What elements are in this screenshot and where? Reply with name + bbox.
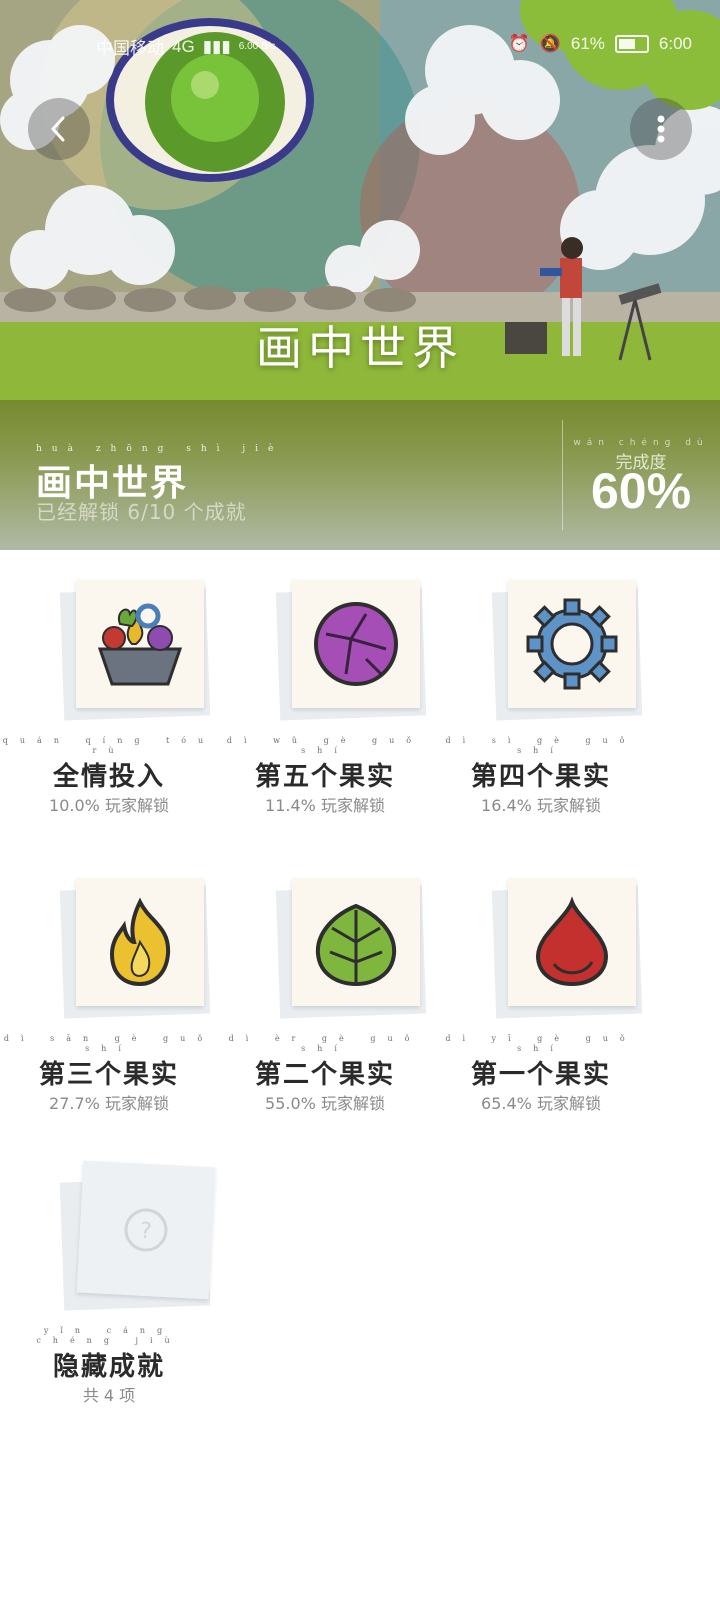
speed-label: 6.00 B/s [238,41,276,52]
achievement-pinyin: dì sān gè guǒ shí [3,1034,215,1053]
achievement-image: ? [59,1160,216,1311]
completion-percent: 60% [590,463,692,519]
achievement-title: dì èr gè guǒ shí 第二个果实 [216,1034,434,1091]
battery-percent: 61% [570,34,605,53]
achievement-pinyin: dì sì gè guǒ shí [445,736,637,755]
back-button[interactable] [28,98,90,160]
achievement-title: quán qíng tóu rù 全情投入 [0,736,218,793]
achievement-card[interactable]: dì sān gè guǒ shí 第三个果实 27.7% 玩家解锁 [0,868,218,1128]
achievement-image [491,580,644,721]
achievement-title-text: 第三个果实 [38,1060,179,1090]
achievement-image [491,878,644,1019]
mute-icon: 🔕 [539,34,561,53]
completion-label-pinyin: wán chéng dù [573,438,709,448]
achievement-title-text: 第二个果实 [254,1060,395,1090]
game-info-band: huà zhōng shì jiè 画中世界 已经解锁 6/10 个成就 wán… [0,400,720,550]
hidden-achievements-title-text: 隐藏成就 [52,1352,165,1382]
achievement-image [59,878,212,1019]
hero-title: 画中世界 [256,321,464,375]
achievement-stat: 10.0% 玩家解锁 [49,796,169,815]
hero-banner: 中国移动 4G ▮▮▮ 6.00 B/s ⏰ 🔕 61% 6:00 画中世界 [0,0,720,400]
purple-fruit-icon [314,602,398,686]
unlock-progress-text: 已经解锁 6/10 个成就 [36,500,247,524]
svg-text:?: ? [139,1219,152,1245]
network-label: 4G [172,36,195,56]
achievement-title-text: 第四个果实 [470,762,611,792]
chevron-left-icon [51,116,65,142]
achievement-stat: 16.4% 玩家解锁 [481,796,601,815]
achievement-pinyin: dì yī gè guǒ shí [445,1034,637,1053]
green-leaf-fruit-icon [315,903,397,987]
achievement-title-text: 第一个果实 [470,1060,611,1090]
achievement-image [275,580,428,721]
more-options-button[interactable] [630,98,692,160]
achievement-pinyin: quán qíng tóu rù [2,736,216,755]
achievement-title-text: 第五个果实 [254,762,395,792]
battery-icon [614,35,649,53]
achievement-title: dì wǔ gè guǒ shí 第五个果实 [216,736,434,793]
hidden-achievements-title: yǐn cáng chéng jiù 隐藏成就 [0,1326,218,1383]
question-mark-icon: ? [124,1208,168,1252]
achievement-title: dì sān gè guǒ shí 第三个果实 [0,1034,218,1091]
achievement-card[interactable]: dì èr gè guǒ shí 第二个果实 55.0% 玩家解锁 [216,868,434,1128]
hidden-achievements-pinyin: yǐn cáng chéng jiù [36,1326,182,1345]
achievement-card[interactable]: quán qíng tóu rù 全情投入 10.0% 玩家解锁 [0,570,218,830]
achievement-title: dì sì gè guǒ shí 第四个果实 [432,736,650,793]
achievement-card[interactable]: dì yī gè guǒ shí 第一个果实 65.4% 玩家解锁 [432,868,650,1128]
achievement-stat: 65.4% 玩家解锁 [481,1094,601,1113]
clock: 6:00 [658,34,692,53]
hidden-achievements-card[interactable]: ? yǐn cáng chéng jiù 隐藏成就 共 4 项 [0,1160,218,1420]
hidden-achievements-count: 共 4 项 [82,1386,136,1405]
status-bar: 中国移动 4G ▮▮▮ 6.00 B/s ⏰ 🔕 61% 6:00 [0,28,720,64]
gear-icon [526,598,618,690]
fruit-basket-icon [97,603,183,686]
achievement-image [59,580,212,721]
more-vertical-icon [657,115,665,143]
achievement-pinyin: dì wǔ gè guǒ shí [226,736,424,755]
flame-icon [109,897,171,987]
game-name-pinyin: huà zhōng shì jiè [36,444,284,454]
achievement-card[interactable]: dì sì gè guǒ shí 第四个果实 16.4% 玩家解锁 [432,570,650,830]
achievement-image [275,878,428,1019]
achievement-stat: 55.0% 玩家解锁 [265,1094,385,1113]
signal-icon: ▮▮▮ [202,36,231,56]
achievement-stat: 11.4% 玩家解锁 [265,796,385,815]
achievement-stat: 27.7% 玩家解锁 [49,1094,169,1113]
achievement-title: dì yī gè guǒ shí 第一个果实 [432,1034,650,1091]
carrier-label: 中国移动 [96,39,164,58]
achievement-card[interactable]: dì wǔ gè guǒ shí 第五个果实 11.4% 玩家解锁 [216,570,434,830]
alarm-icon: ⏰ [508,34,530,53]
red-fruit-icon [535,896,609,987]
achievement-title-text: 全情投入 [52,762,165,792]
achievement-pinyin: dì èr gè guǒ shí [228,1034,422,1053]
